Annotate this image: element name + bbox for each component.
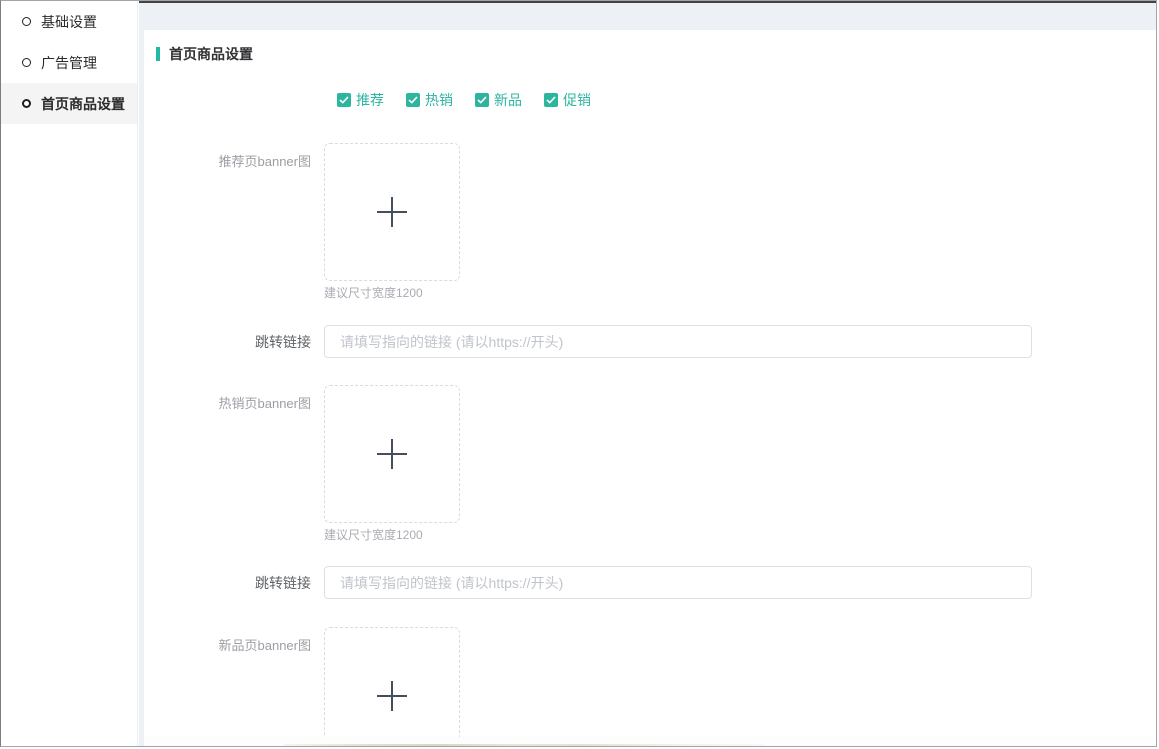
upload-wrap: 建议尺寸宽度1200 bbox=[324, 385, 460, 541]
checkbox-checked[interactable] bbox=[544, 93, 558, 107]
field-label: 跳转链接 bbox=[156, 573, 324, 593]
recommended-banner-upload-button[interactable] bbox=[324, 143, 460, 281]
upload-wrap: 建议尺寸宽度1200 bbox=[324, 143, 460, 299]
sidebar-item-ad-management[interactable]: 广告管理 bbox=[1, 42, 137, 83]
sidebar-item-home-product-settings[interactable]: 首页商品设置 bbox=[1, 83, 137, 124]
checkbox-label: 热销 bbox=[425, 93, 453, 107]
sidebar-item-label: 广告管理 bbox=[41, 53, 97, 73]
settings-sidebar: 基础设置 广告管理 首页商品设置 bbox=[1, 1, 138, 746]
sidebar-item-label: 基础设置 bbox=[41, 12, 97, 32]
form-row-hot-sale-banner: 热销页banner图 建议尺寸宽度1200 bbox=[156, 385, 1156, 541]
form-row-jump-link-2: 跳转链接 bbox=[156, 566, 1156, 599]
jump-link-input-2[interactable] bbox=[324, 566, 1032, 599]
sidebar-item-basic-settings[interactable]: 基础设置 bbox=[1, 1, 137, 42]
app-window: 基础设置 广告管理 首页商品设置 首页商品设置 推荐 热销 bbox=[0, 0, 1157, 747]
checkbox-new-product[interactable]: 新品 bbox=[475, 93, 522, 107]
checkbox-checked[interactable] bbox=[475, 93, 489, 107]
category-checkbox-row: 推荐 热销 新品 促销 bbox=[337, 93, 1156, 107]
section-title: 首页商品设置 bbox=[156, 47, 1156, 61]
checkbox-label: 促销 bbox=[563, 93, 591, 107]
form-row-jump-link-1: 跳转链接 bbox=[156, 325, 1156, 358]
below-card-strip bbox=[144, 737, 1156, 746]
field-label: 新品页banner图 bbox=[156, 627, 324, 737]
circle-icon bbox=[22, 99, 31, 108]
upload-size-hint: 建议尺寸宽度1200 bbox=[324, 287, 460, 299]
checkbox-promotion[interactable]: 促销 bbox=[544, 93, 591, 107]
field-label: 热销页banner图 bbox=[156, 385, 324, 541]
new-product-banner-upload-button[interactable] bbox=[324, 627, 460, 737]
plus-icon bbox=[373, 193, 411, 231]
upload-wrap bbox=[324, 627, 460, 737]
checkbox-recommended[interactable]: 推荐 bbox=[337, 93, 384, 107]
hot-sale-banner-upload-button[interactable] bbox=[324, 385, 460, 523]
checkbox-checked[interactable] bbox=[406, 93, 420, 107]
checkmark-icon bbox=[408, 96, 418, 104]
checkbox-checked[interactable] bbox=[337, 93, 351, 107]
page-title: 首页商品设置 bbox=[169, 47, 253, 61]
form-row-recommended-banner: 推荐页banner图 建议尺寸宽度1200 bbox=[156, 143, 1156, 299]
plus-icon bbox=[373, 677, 411, 715]
plus-icon bbox=[373, 435, 411, 473]
title-accent-bar bbox=[156, 47, 160, 61]
next-image-peek bbox=[284, 744, 764, 747]
circle-icon bbox=[22, 17, 31, 26]
checkmark-icon bbox=[477, 96, 487, 104]
field-label: 推荐页banner图 bbox=[156, 143, 324, 299]
home-product-settings-card: 首页商品设置 推荐 热销 新品 促销 推荐页banner图 bbox=[144, 30, 1156, 737]
field-label: 跳转链接 bbox=[156, 332, 324, 352]
sidebar-item-label: 首页商品设置 bbox=[41, 94, 125, 114]
form-row-new-product-banner: 新品页banner图 bbox=[156, 627, 1156, 737]
checkmark-icon bbox=[546, 96, 556, 104]
checkbox-hot-sale[interactable]: 热销 bbox=[406, 93, 453, 107]
checkbox-label: 新品 bbox=[494, 93, 522, 107]
checkmark-icon bbox=[339, 96, 349, 104]
upload-size-hint: 建议尺寸宽度1200 bbox=[324, 529, 460, 541]
jump-link-input-1[interactable] bbox=[324, 325, 1032, 358]
circle-icon bbox=[22, 58, 31, 67]
checkbox-label: 推荐 bbox=[356, 93, 384, 107]
